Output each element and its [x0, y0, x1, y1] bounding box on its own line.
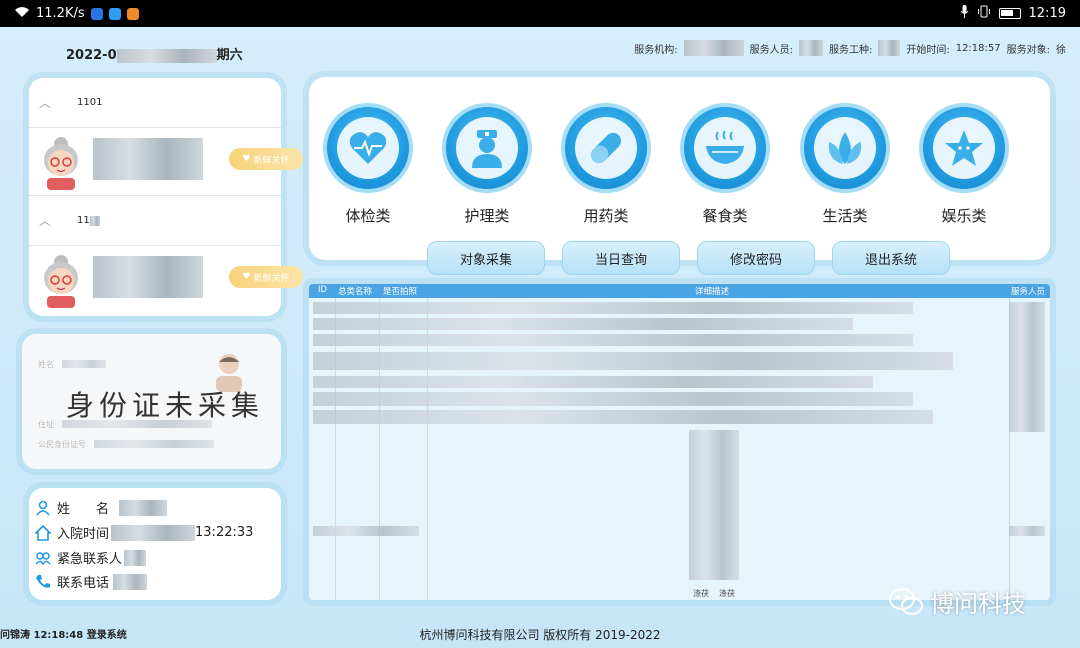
care-tag[interactable]: ♥ 新鲜关怀 [229, 148, 303, 170]
heart-icon: ♥ [242, 272, 251, 282]
redacted [113, 573, 148, 590]
category-panel: 体检类 护理类 用药类 餐食类 生活类 娱乐类 [309, 77, 1050, 260]
redacted [1009, 526, 1045, 536]
battery-icon [998, 8, 1021, 19]
resident-list: ︿ 1101 ♥ 新鲜关怀 ︿ 11 ♥ 新鲜关怀 [29, 78, 303, 316]
copyright: 杭州博问科技有限公司 版权所有 2019-2022 [419, 628, 661, 642]
redacted [798, 40, 823, 56]
category-canshi[interactable]: 餐食类 [678, 103, 772, 226]
wechat-icon [889, 587, 923, 615]
vibrate-icon [977, 5, 991, 22]
app-icon [90, 7, 103, 20]
heart-pulse-icon [349, 132, 387, 164]
star-icon [945, 130, 983, 166]
category-yule[interactable]: 娱乐类 [917, 103, 1011, 226]
change-password-button[interactable]: 修改密码 [697, 241, 815, 275]
table-body[interactable]: 涤茯 涤茯 [309, 298, 1050, 600]
redacted [89, 215, 100, 226]
list-item[interactable]: ♥ 新鲜关怀 [29, 128, 303, 196]
redacted [1009, 302, 1045, 432]
phone-icon [36, 574, 50, 588]
redacted [119, 499, 167, 516]
list-item[interactable]: ♥ 新鲜关怀 [29, 246, 303, 314]
redacted [313, 352, 953, 370]
app-icon [108, 7, 121, 20]
pill-icon [590, 132, 622, 164]
heart-icon: ♥ [242, 154, 251, 164]
idcard-panel[interactable]: 姓名 住址 公民身份证号 身份证未采集 [22, 334, 281, 469]
elderly-avatar-icon [44, 137, 78, 190]
redacted [94, 440, 214, 448]
date-display: 2022-0 期六 [66, 48, 243, 63]
redacted [878, 40, 901, 56]
mic-icon [960, 5, 969, 22]
redacted [313, 410, 933, 424]
net-speed: 11.2K/s [36, 6, 85, 21]
wifi-icon [14, 6, 30, 22]
category-tijian[interactable]: 体检类 [321, 103, 415, 226]
watermark: 博问科技 [888, 584, 1026, 619]
person-info: 姓 名 入院时间 13:22:33 紧急联系人 联系电话 [29, 488, 281, 600]
status-bar: 11.2K/s 12:19 [0, 0, 1080, 27]
redacted [313, 392, 913, 406]
redacted [93, 138, 203, 180]
service-records-table: ID 总类名称 是否拍照 详细描述 服务人员 涤茯 涤茯 [309, 284, 1050, 600]
home-icon [35, 524, 51, 541]
redacted [62, 360, 106, 368]
food-bowl-icon [706, 130, 744, 164]
redacted [689, 430, 739, 580]
care-tag[interactable]: ♥ 新鲜关怀 [229, 266, 303, 288]
daily-query-button[interactable]: 当日查询 [562, 241, 680, 275]
redacted [313, 318, 853, 330]
redacted [313, 526, 419, 536]
table-header: ID 总类名称 是否拍照 详细描述 服务人员 [309, 284, 1050, 298]
service-info: 服务机构: 服务人员: 服务工种: 开始时间: 12:18:57 服务对象: 徐 [634, 40, 1066, 56]
redacted [313, 302, 913, 314]
leaf-icon [828, 132, 862, 164]
redacted [313, 376, 873, 388]
contacts-icon [35, 551, 51, 565]
app-icon [126, 7, 139, 20]
elderly-avatar-icon [44, 255, 78, 308]
room-header[interactable]: ︿ 11 [29, 196, 281, 246]
category-huli[interactable]: 护理类 [440, 103, 534, 226]
room-header[interactable]: ︿ 1101 [29, 78, 281, 128]
chevron-up-icon[interactable]: ︿ [39, 212, 77, 229]
redacted [683, 40, 744, 56]
redacted [124, 549, 147, 566]
category-shenghuo[interactable]: 生活类 [798, 103, 892, 226]
chevron-up-icon[interactable]: ︿ [39, 94, 77, 111]
redacted [111, 524, 196, 541]
redacted [93, 256, 203, 298]
status-time: 12:19 [1028, 6, 1066, 21]
user-icon [36, 500, 50, 516]
redacted [313, 334, 913, 346]
category-yongyao[interactable]: 用药类 [559, 103, 653, 226]
logout-button[interactable]: 退出系统 [832, 241, 950, 275]
redacted [116, 48, 217, 63]
idcard-status: 身份证未采集 [66, 389, 265, 422]
nurse-icon [472, 130, 502, 168]
collect-target-button[interactable]: 对象采集 [427, 241, 545, 275]
